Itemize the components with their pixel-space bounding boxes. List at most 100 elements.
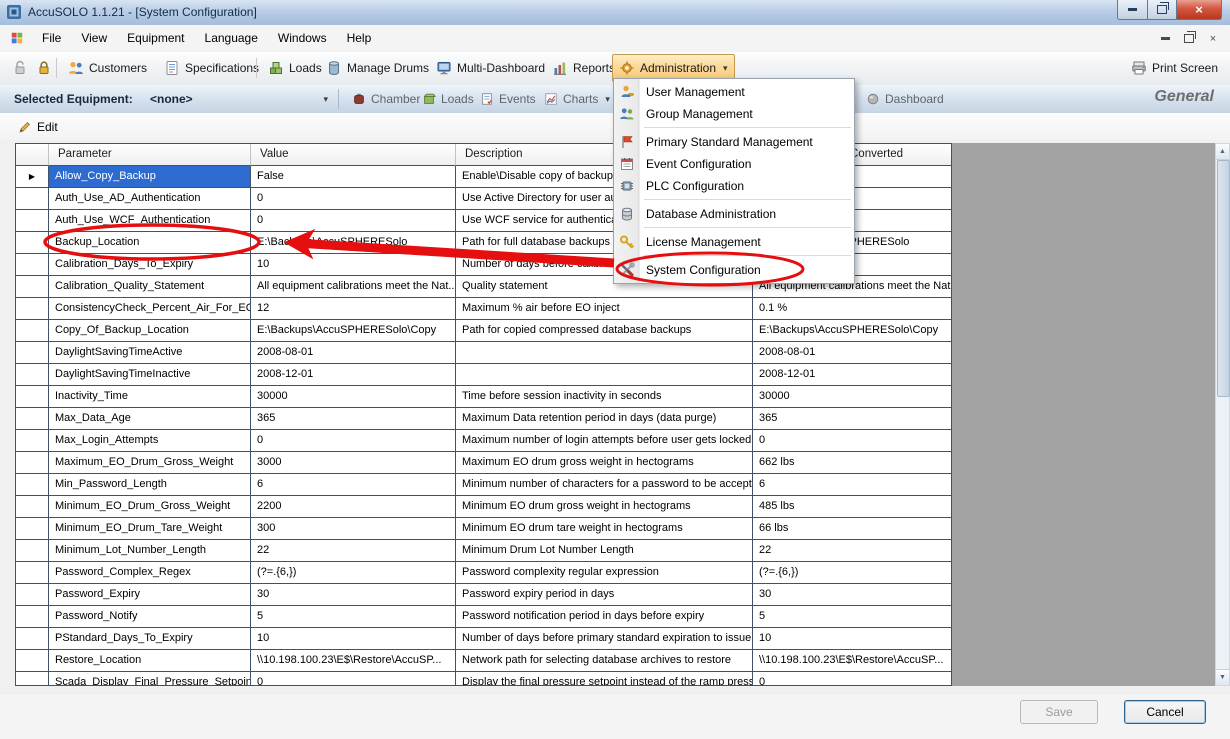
loads-button[interactable]: Loads — [262, 55, 328, 81]
restore-button[interactable] — [1148, 0, 1177, 20]
grid-cell[interactable]: E:\Backups\AccuSPHERESolo\Copy — [753, 320, 951, 342]
grid-cell[interactable]: Maximum number of login attempts before … — [456, 430, 753, 452]
grid-cell[interactable]: False — [251, 166, 456, 188]
grid-cell[interactable]: Password expiry period in days — [456, 584, 753, 606]
save-button[interactable]: Save — [1020, 700, 1098, 724]
grid-cell[interactable]: Max_Data_Age — [49, 408, 251, 430]
menu-item-group-management[interactable]: Group Management — [614, 103, 854, 125]
grid-cell[interactable]: 30 — [251, 584, 456, 606]
table-row[interactable]: Scada_Display_Final_Pressure_Setpoint0Di… — [16, 672, 951, 686]
grid-cell[interactable]: Max_Login_Attempts — [49, 430, 251, 452]
grid-cell[interactable] — [456, 364, 753, 386]
grid-cell[interactable]: PStandard_Days_To_Expiry — [49, 628, 251, 650]
grid-cell[interactable] — [456, 342, 753, 364]
table-row[interactable]: Max_Data_Age365Maximum Data retention pe… — [16, 408, 951, 430]
grid-cell[interactable]: 5 — [753, 606, 951, 628]
grid-cell[interactable]: 485 lbs — [753, 496, 951, 518]
grid-cell[interactable]: 10 — [251, 628, 456, 650]
grid-cell[interactable]: E:\Backups\AccuSPHERESolo — [251, 232, 456, 254]
grid-cell[interactable]: Maximum % air before EO inject — [456, 298, 753, 320]
events-button[interactable]: Events — [474, 88, 542, 110]
specifications-button[interactable]: Specifications — [158, 55, 265, 81]
grid-cell[interactable]: Backup_Location — [49, 232, 251, 254]
grid-cell[interactable]: 10 — [753, 628, 951, 650]
grid-cell[interactable]: E:\Backups\AccuSPHERESolo\Copy — [251, 320, 456, 342]
grid-cell[interactable]: (?=.{6,}) — [251, 562, 456, 584]
grid-cell[interactable]: 0 — [251, 672, 456, 686]
grid-cell[interactable]: Minimum_Lot_Number_Length — [49, 540, 251, 562]
grid-cell[interactable]: Restore_Location — [49, 650, 251, 672]
edit-button[interactable]: Edit — [12, 116, 64, 137]
grid-cell[interactable]: 2200 — [251, 496, 456, 518]
grid-cell[interactable]: \\10.198.100.23\E$\Restore\AccuSP... — [753, 650, 951, 672]
menu-view[interactable]: View — [71, 25, 117, 52]
grid-cell[interactable]: Minimum EO drum gross weight in hectogra… — [456, 496, 753, 518]
grid-cell[interactable]: 2008-12-01 — [251, 364, 456, 386]
grid-cell[interactable]: DaylightSavingTimeInactive — [49, 364, 251, 386]
grid-cell[interactable]: 365 — [251, 408, 456, 430]
table-row[interactable]: DaylightSavingTimeInactive2008-12-012008… — [16, 364, 951, 386]
grid-cell[interactable]: 66 lbs — [753, 518, 951, 540]
table-row[interactable]: Min_Password_Length6Minimum number of ch… — [16, 474, 951, 496]
grid-cell[interactable]: 10 — [251, 254, 456, 276]
grid-cell[interactable]: Number of days before primary standard e… — [456, 628, 753, 650]
table-row[interactable]: Maximum_EO_Drum_Gross_Weight3000Maximum … — [16, 452, 951, 474]
menu-item-event-configuration[interactable]: Event Configuration — [614, 153, 854, 175]
menu-help[interactable]: Help — [337, 25, 382, 52]
grid-cell[interactable]: Minimum EO drum tare weight in hectogram… — [456, 518, 753, 540]
grid-cell[interactable]: Password notification period in days bef… — [456, 606, 753, 628]
grid-cell[interactable]: Calibration_Days_To_Expiry — [49, 254, 251, 276]
grid-cell[interactable]: Minimum_EO_Drum_Gross_Weight — [49, 496, 251, 518]
grid-cell[interactable]: DaylightSavingTimeActive — [49, 342, 251, 364]
grid-cell[interactable]: 662 lbs — [753, 452, 951, 474]
table-row[interactable]: Password_Complex_Regex(?=.{6,})Password … — [16, 562, 951, 584]
grid-cell[interactable]: 5 — [251, 606, 456, 628]
chamber-button[interactable]: Chamber — [346, 88, 426, 110]
grid-cell[interactable]: Display the final pressure setpoint inst… — [456, 672, 753, 686]
grid-cell[interactable]: All equipment calibrations meet the Nat.… — [251, 276, 456, 298]
grid-cell[interactable]: Calibration_Quality_Statement — [49, 276, 251, 298]
table-row[interactable]: Password_Expiry30Password expiry period … — [16, 584, 951, 606]
table-row[interactable]: ConsistencyCheck_Percent_Air_For_EO12Max… — [16, 298, 951, 320]
grid-cell[interactable]: 3000 — [251, 452, 456, 474]
grid-cell[interactable]: 30000 — [251, 386, 456, 408]
grid-cell[interactable]: Auth_Use_WCF_Authentication — [49, 210, 251, 232]
menu-item-database-administration[interactable]: Database Administration — [614, 203, 854, 225]
grid-cell[interactable]: Minimum Drum Lot Number Length — [456, 540, 753, 562]
column-header-value[interactable]: Value — [251, 144, 456, 166]
grid-cell[interactable]: 30000 — [753, 386, 951, 408]
grid-cell[interactable]: 0.1 % — [753, 298, 951, 320]
minimize-button[interactable] — [1117, 0, 1148, 20]
table-row[interactable]: Minimum_Lot_Number_Length 22Minimum Drum … — [16, 540, 951, 562]
customers-button[interactable]: Customers — [62, 55, 153, 81]
selected-equipment-combo[interactable]: <none> ▾ — [146, 88, 332, 110]
grid-cell[interactable]: Inactivity_Time — [49, 386, 251, 408]
grid-cell[interactable]: 22 — [753, 540, 951, 562]
grid-cell[interactable]: Min_Password_Length — [49, 474, 251, 496]
grid-cell[interactable]: 12 — [251, 298, 456, 320]
grid-cell[interactable]: Scada_Display_Final_Pressure_Setpoint — [49, 672, 251, 686]
mdi-minimize-button[interactable] — [1154, 30, 1176, 47]
vertical-scrollbar[interactable]: ▲ ▼ — [1215, 143, 1230, 686]
grid-cell[interactable]: Time before session inactivity in second… — [456, 386, 753, 408]
close-button[interactable]: × — [1177, 0, 1222, 20]
menu-item-plc-configuration[interactable]: PLC Configuration — [614, 175, 854, 197]
menu-equipment[interactable]: Equipment — [117, 25, 194, 52]
grid-cell[interactable]: Password_Notify — [49, 606, 251, 628]
grid-cell[interactable]: 365 — [753, 408, 951, 430]
grid-cell[interactable]: Password complexity regular expression — [456, 562, 753, 584]
grid-cell[interactable]: Maximum_EO_Drum_Gross_Weight — [49, 452, 251, 474]
menu-item-user-management[interactable]: User Management — [614, 81, 854, 103]
grid-cell[interactable]: 0 — [753, 672, 951, 686]
menu-item-primary-standard-management[interactable]: Primary Standard Management — [614, 131, 854, 153]
menu-item-license-management[interactable]: License Management — [614, 231, 854, 253]
grid-cell[interactable]: 2008-08-01 — [251, 342, 456, 364]
grid-cell[interactable]: 30 — [753, 584, 951, 606]
reports-button[interactable]: Reports — [546, 55, 621, 81]
table-row[interactable]: Minimum_EO_Drum_Tare_Weight300Minimum EO… — [16, 518, 951, 540]
grid-cell[interactable]: Minimum_EO_Drum_Tare_Weight — [49, 518, 251, 540]
grid-cell[interactable]: 6 — [753, 474, 951, 496]
column-header-parameter[interactable]: Parameter — [49, 144, 251, 166]
table-row[interactable]: DaylightSavingTimeActive2008-08-012008-0… — [16, 342, 951, 364]
mdi-restore-button[interactable] — [1178, 30, 1200, 47]
